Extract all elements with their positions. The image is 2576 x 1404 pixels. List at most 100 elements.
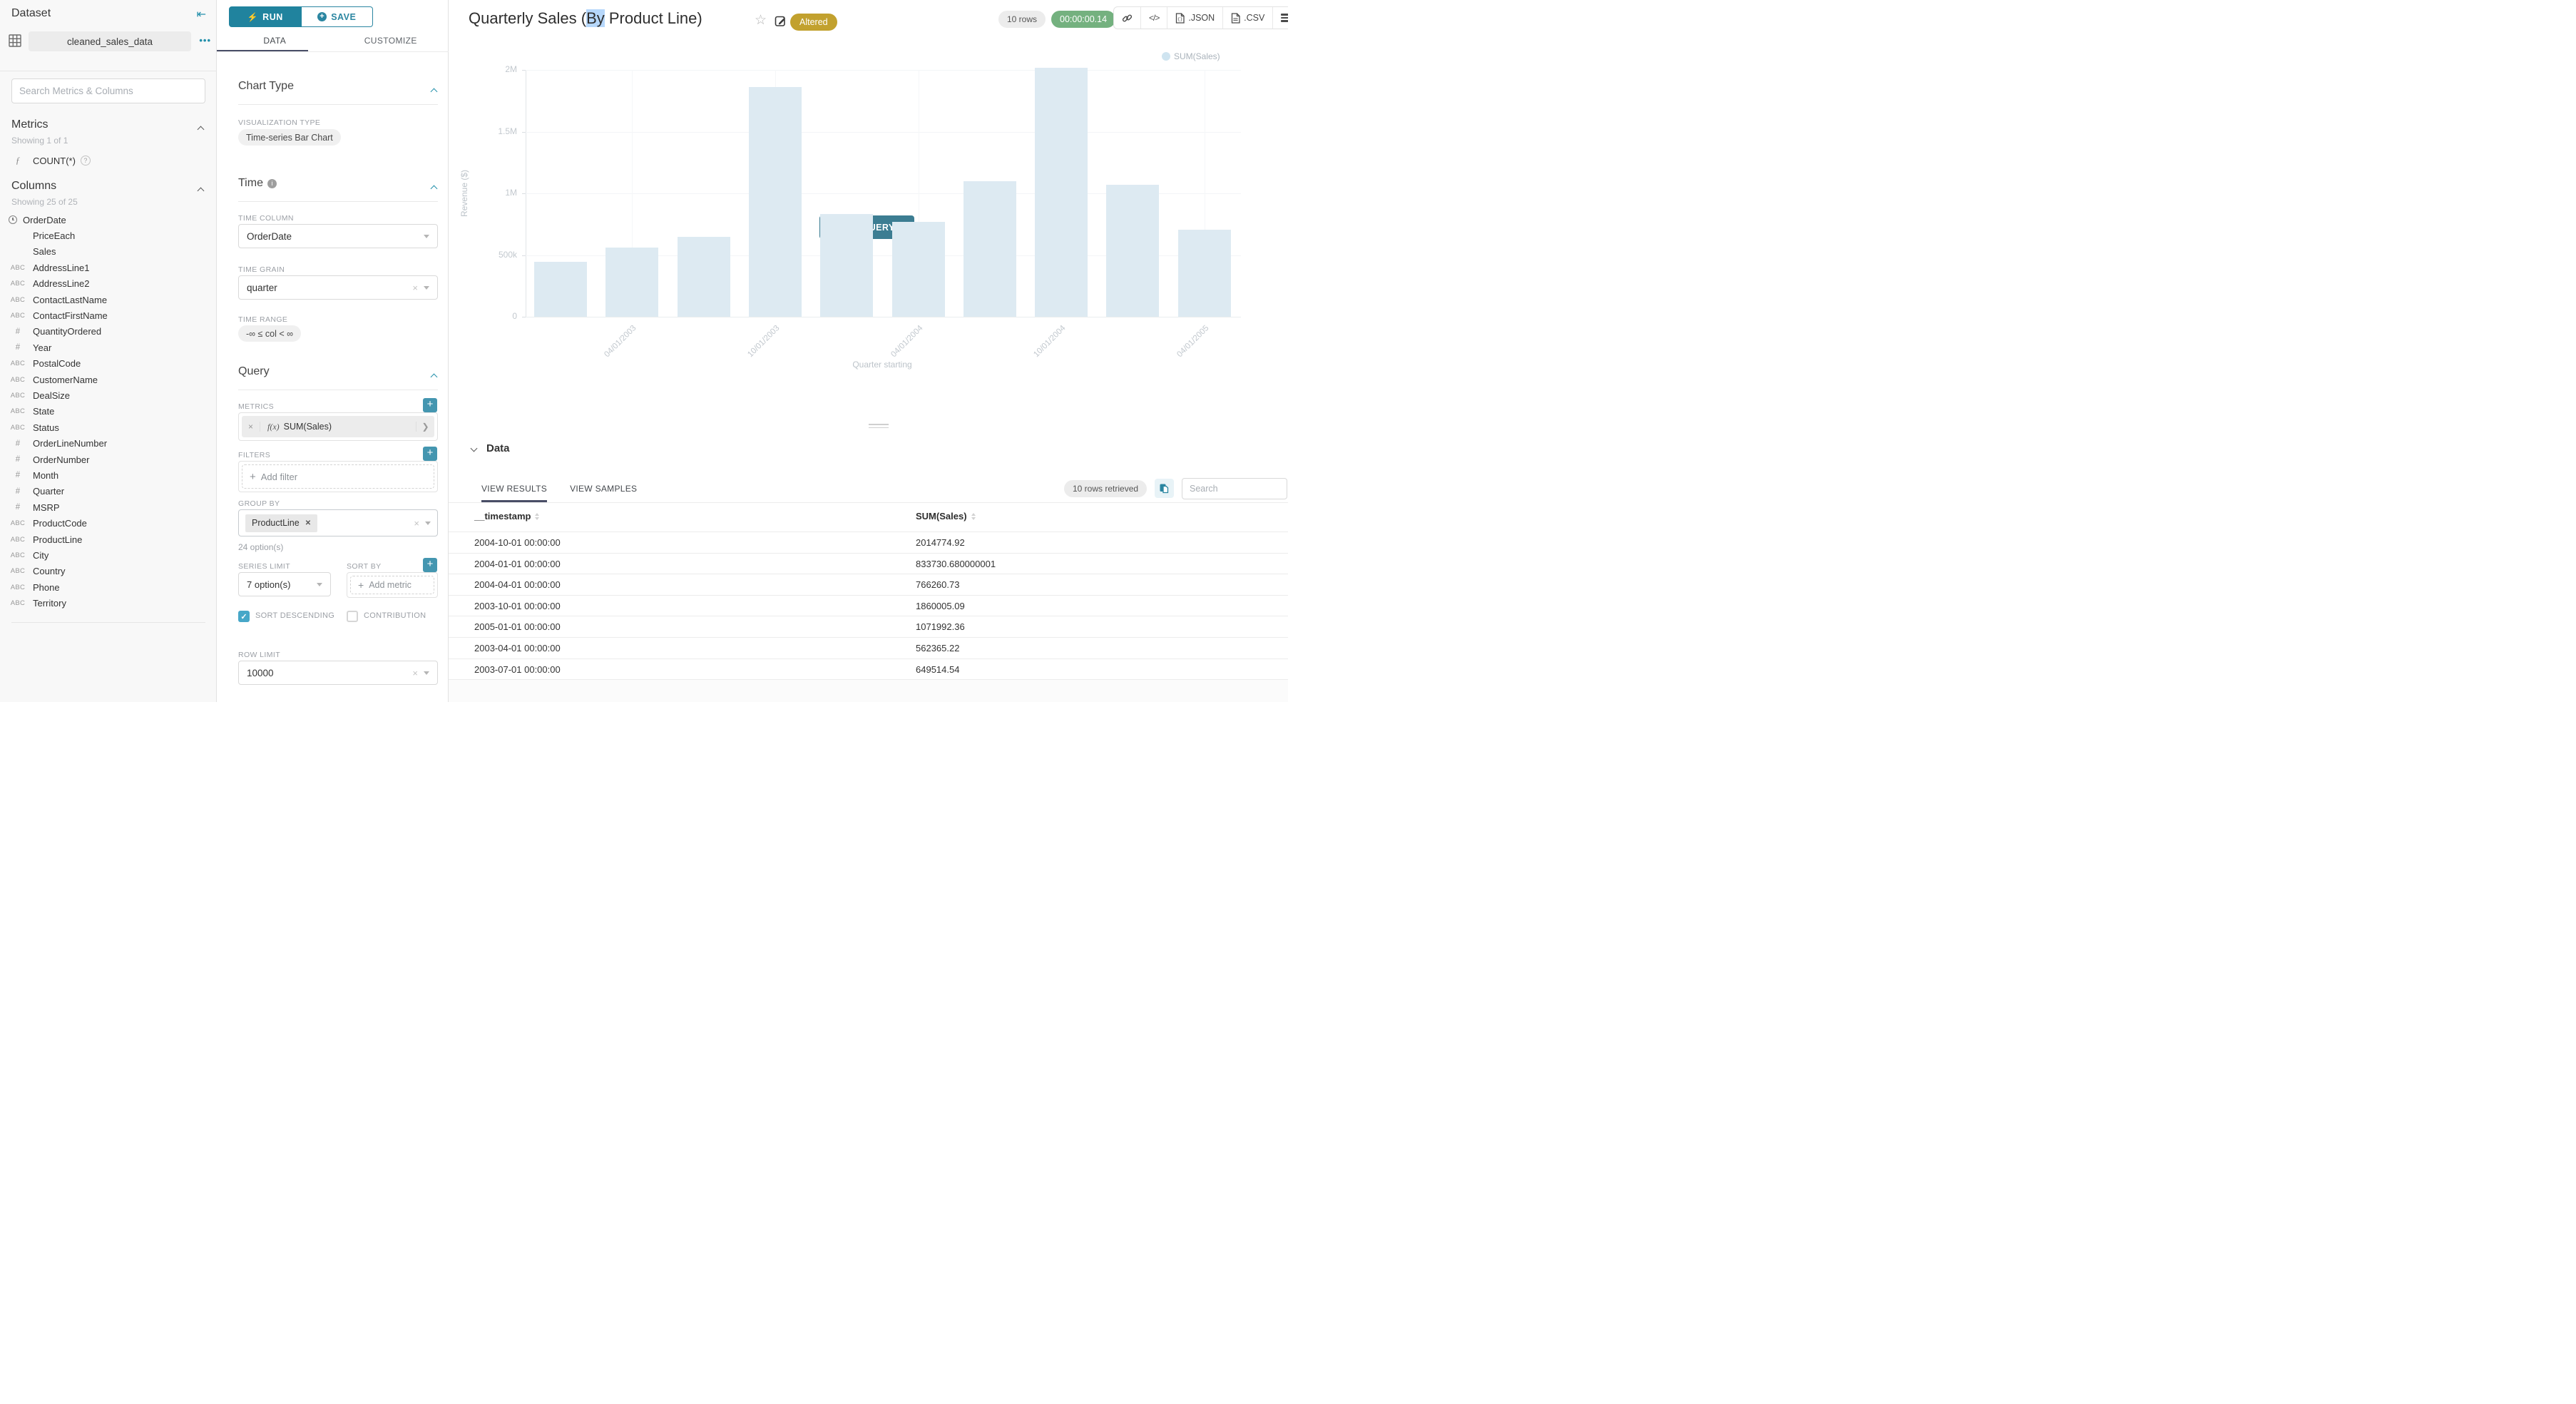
column-list-item[interactable]: CustomerName (0, 372, 217, 387)
column-list-item[interactable]: Country (0, 564, 217, 579)
column-list-item[interactable]: ContactFirstName (0, 307, 217, 323)
column-header-timestamp[interactable]: __timestamp (474, 511, 539, 522)
clear-icon[interactable]: × (412, 668, 418, 678)
table-row[interactable]: 2003-07-01 00:00:00 649514.54 (449, 659, 1288, 681)
group-by-chip-productline[interactable]: ProductLine✕ (245, 514, 317, 532)
favorite-star-icon[interactable]: ☆ (755, 12, 767, 29)
series-limit-select[interactable]: 7 option(s) (238, 572, 331, 596)
remove-metric-icon[interactable]: × (242, 422, 260, 432)
run-button[interactable]: ⚡RUN (229, 6, 302, 27)
legend-item-sum-sales[interactable]: SUM(Sales) (1162, 51, 1220, 61)
chart-type-section-title: Chart Type (238, 80, 294, 93)
metric-item-count[interactable]: ƒ COUNT(*) ? (0, 153, 217, 168)
column-list-item[interactable]: OrderDate (0, 212, 217, 228)
clear-icon[interactable]: × (414, 518, 419, 529)
gridline (526, 132, 1241, 133)
altered-badge[interactable]: Altered (790, 14, 837, 31)
column-list-item[interactable]: Quarter (0, 484, 217, 499)
time-range-value[interactable]: -∞ ≤ col < ∞ (238, 325, 301, 342)
add-filter-dropzone[interactable]: +Add filter (242, 464, 434, 489)
sort-descending-control: ✓ SORT DESCENDING (238, 611, 338, 622)
table-row[interactable]: 2004-04-01 00:00:00 766260.73 (449, 574, 1288, 596)
chevron-right-icon[interactable]: ❯ (416, 422, 434, 432)
tab-customize[interactable]: CUSTOMIZE (333, 36, 449, 51)
column-list-item[interactable]: AddressLine1 (0, 260, 217, 275)
remove-chip-icon[interactable]: ✕ (305, 519, 311, 527)
column-list-item[interactable]: State (0, 404, 217, 419)
column-list-item[interactable]: City (0, 547, 217, 563)
table-row[interactable]: 2004-01-01 00:00:00 833730.680000001 (449, 554, 1288, 575)
column-list-item[interactable]: QuantityOrdered (0, 324, 217, 340)
export-csv-button[interactable]: .CSV (1222, 7, 1272, 29)
tab-view-samples[interactable]: VIEW SAMPLES (570, 484, 637, 502)
contribution-checkbox[interactable] (347, 611, 358, 622)
table-row[interactable]: 2005-01-01 00:00:00 1071992.36 (449, 616, 1288, 638)
column-list-item[interactable]: Status (0, 419, 217, 435)
data-section-title: Data (486, 442, 510, 454)
add-sort-metric-button[interactable]: + (423, 558, 437, 572)
column-list-item[interactable]: OrderLineNumber (0, 435, 217, 451)
query-collapse-icon[interactable] (431, 370, 436, 383)
column-type-icon (9, 312, 27, 320)
control-tabs: DATA CUSTOMIZE (217, 36, 449, 51)
column-list-item[interactable]: PostalCode (0, 356, 217, 372)
add-sort-metric-dropzone[interactable]: +Add metric (350, 576, 434, 594)
dataset-name[interactable]: cleaned_sales_data (29, 31, 191, 51)
column-list-item[interactable]: Sales (0, 244, 217, 260)
metrics-collapse-icon[interactable] (198, 123, 203, 136)
metrics-columns-search-input[interactable] (11, 78, 205, 103)
data-section-header[interactable]: Data (471, 442, 510, 454)
copy-data-button[interactable] (1155, 479, 1174, 498)
add-metric-button[interactable]: + (423, 398, 437, 412)
chevron-down-icon (471, 445, 478, 452)
results-search-input[interactable] (1182, 478, 1287, 499)
save-button[interactable]: +SAVE (302, 6, 374, 27)
column-list-item[interactable]: DealSize (0, 387, 217, 403)
sort-descending-checkbox[interactable]: ✓ (238, 611, 250, 622)
table-grid-icon (9, 34, 21, 47)
embed-code-button[interactable]: </> (1140, 7, 1167, 29)
collapse-sidebar-icon[interactable]: ⇤ (197, 7, 206, 21)
chart-title[interactable]: Quarterly Sales (By Product Line) (469, 9, 702, 28)
query-section-title: Query (238, 365, 270, 378)
column-list-item[interactable]: OrderNumber (0, 452, 217, 467)
column-list-item[interactable]: AddressLine2 (0, 276, 217, 292)
row-limit-select[interactable]: 10000× (238, 661, 438, 685)
column-list-item[interactable]: ContactLastName (0, 292, 217, 307)
edit-title-icon[interactable] (775, 15, 787, 31)
clear-icon[interactable]: × (412, 283, 418, 293)
metric-chip-sum-sales[interactable]: × f(x) SUM(Sales) ❯ (242, 416, 434, 437)
column-list-item[interactable]: PriceEach (0, 228, 217, 243)
column-type-icon (9, 599, 27, 607)
copy-link-button[interactable] (1114, 7, 1140, 29)
column-name: Year (33, 342, 51, 353)
time-collapse-icon[interactable] (431, 182, 436, 195)
column-header-sum-sales[interactable]: SUM(Sales) (916, 511, 976, 522)
visualization-type-value[interactable]: Time-series Bar Chart (238, 129, 341, 146)
columns-collapse-icon[interactable] (198, 184, 203, 197)
chart-type-collapse-icon[interactable] (431, 85, 436, 98)
time-grain-select[interactable]: quarter× (238, 275, 438, 300)
bar-2003-07-01 (678, 237, 730, 317)
time-column-select[interactable]: OrderDate (238, 224, 438, 248)
panel-resize-handle[interactable] (869, 424, 889, 430)
export-json-button[interactable]: {}.JSON (1167, 7, 1222, 29)
column-list-item[interactable]: Territory (0, 595, 217, 611)
sort-by-label: SORT BY (347, 562, 382, 571)
tab-view-results[interactable]: VIEW RESULTS (481, 484, 547, 502)
cell-timestamp: 2003-04-01 00:00:00 (474, 643, 561, 653)
table-row[interactable]: 2003-04-01 00:00:00 562365.22 (449, 638, 1288, 659)
column-list-item[interactable]: ProductLine (0, 531, 217, 547)
column-list-item[interactable]: ProductCode (0, 515, 217, 531)
column-list-item[interactable]: Year (0, 340, 217, 355)
group-by-select[interactable]: ProductLine✕ × (238, 509, 438, 536)
more-options-button[interactable] (1272, 7, 1288, 29)
dataset-more-menu[interactable]: ••• (199, 35, 211, 46)
column-list-item[interactable]: MSRP (0, 499, 217, 515)
table-row[interactable]: 2003-10-01 00:00:00 1860005.09 (449, 596, 1288, 617)
table-row[interactable]: 2004-10-01 00:00:00 2014774.92 (449, 532, 1288, 554)
column-list-item[interactable]: Phone (0, 579, 217, 595)
add-filter-button[interactable]: + (423, 447, 437, 461)
tab-data[interactable]: DATA (217, 36, 333, 51)
column-list-item[interactable]: Month (0, 467, 217, 483)
